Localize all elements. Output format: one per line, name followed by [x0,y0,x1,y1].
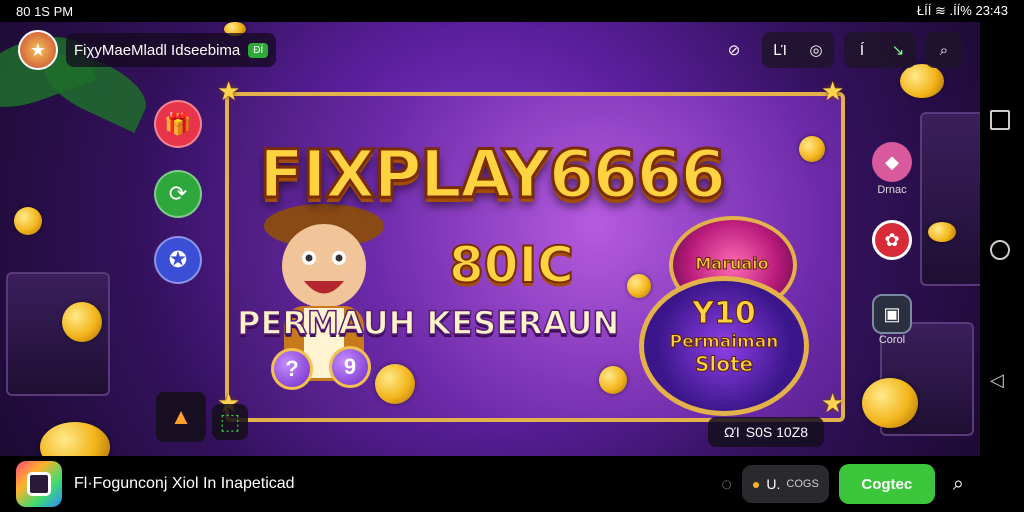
user-pill[interactable]: ● U. COGS [741,465,829,503]
medallion-top-text: Maruaio [695,254,769,274]
diamond-button[interactable]: ◆ [872,142,912,182]
rocket-button[interactable]: ▲ [156,392,206,442]
coin-decoration [14,207,42,235]
refresh-icon[interactable]: ◌ [721,474,732,495]
coin-decoration [599,366,627,394]
promo-banner[interactable]: ★ ★ ★ ★ FIXPLAY6666 80IC PERMAUH KESERAU… [217,76,845,422]
game-screen: ★ FiχyMaeMladl Idseebima ÐÍ ⊘ ԼΊ ◎ Í ↘ ⌕… [0,22,980,456]
search-icon[interactable]: ⌕ [953,473,964,496]
banner-tagline: PERMAUH KESERAUN [236,303,620,343]
coin-decoration [40,422,110,456]
top-icons: ⊘ ԼΊ ◎ Í ↘ ⌕ [716,32,962,68]
target-icon[interactable]: ⊘ [716,32,752,68]
top-bar: ★ FiχyMaeMladl Idseebima ÐÍ ⊘ ԼΊ ◎ Í ↘ ⌕ [18,30,962,70]
bottom-title: Fl·Fogunconj Xiol In Inapeticad [74,475,295,492]
coin-decoration [928,222,956,242]
coin-decoration [627,274,651,298]
stats-icon[interactable]: ԼΊ [762,32,798,68]
gift-button[interactable]: 🎁 [154,100,202,148]
arcade-machine-decoration [920,112,980,286]
counter-icon: ΩΊ [723,424,740,440]
back-icon[interactable]: ◁ [990,370,1004,391]
ball-icon: ? [271,348,313,390]
banner-subnumber: 80IC [448,235,575,295]
title-pill: FiχyMaeMladl Idseebima ÐÍ [66,33,277,67]
coin-decoration [62,302,102,342]
medallion-bottom-line3: Slote [694,352,754,377]
user-sub: COGS [786,478,819,490]
app-icon[interactable] [16,461,62,507]
user-prefix: U. [766,476,781,492]
status-indicators: ŁÍÍ ≋ .ÍÍ% 23:43 [916,3,1008,18]
star-icon: ★ [821,76,845,106]
status-time: 80 1S PM [16,3,74,19]
right-menu-label-1: Drnac [877,184,907,196]
counter-value: S0S 10Z8 [745,424,809,440]
coin-decoration [862,378,918,428]
ball-icon: 9 [329,346,371,388]
spin-button[interactable]: ✪ [154,236,202,284]
system-nav-bar: ◁ [980,22,1024,512]
right-menu-label-3: Corol [878,334,906,346]
app-title: FiχyMaeMladl Idseebima [74,41,241,59]
icon-group-stats: ԼΊ ◎ [762,32,834,68]
medallion-bottom-line2: Permaiman [669,332,779,353]
score-counter: ΩΊ S0S 10Z8 [708,417,824,447]
cart-button[interactable]: ▣ [872,294,912,334]
bottom-bar: Fl·Fogunconj Xiol In Inapeticad ◌ ● U. C… [0,456,980,512]
coin-decoration [375,364,415,404]
status-bar: 80 1S PM ŁÍÍ ≋ .ÍÍ% 23:43 [0,0,1024,22]
title-badge: ÐÍ [248,42,269,58]
bottom-actions: ◌ ● U. COGS Cogtec ⌕ [721,464,964,504]
cta-button[interactable]: Cogtec [838,464,935,504]
avatar[interactable]: ★ [18,30,58,70]
coin-decoration [799,136,825,162]
link-button[interactable]: ⬚ [212,404,248,440]
wheel-button[interactable]: ✿ [872,220,912,260]
star-icon: ★ [821,388,845,418]
recents-icon[interactable] [990,110,1010,130]
info-icon[interactable]: Í [844,32,880,68]
bag-icon: ● [751,476,761,492]
banner-title: FIXPLAY6666 [257,135,727,215]
icon-group-actions: Í ↘ [844,32,916,68]
star-icon: ★ [217,76,241,106]
search-icon[interactable]: ⌕ [926,32,962,68]
chat-icon[interactable]: ◎ [798,32,834,68]
share-icon[interactable]: ↘ [880,32,916,68]
home-icon[interactable] [990,240,1010,260]
mascot-character [264,204,384,381]
medallion-bottom-number: Y10 [692,296,756,332]
refresh-button[interactable]: ⟳ [154,170,202,218]
